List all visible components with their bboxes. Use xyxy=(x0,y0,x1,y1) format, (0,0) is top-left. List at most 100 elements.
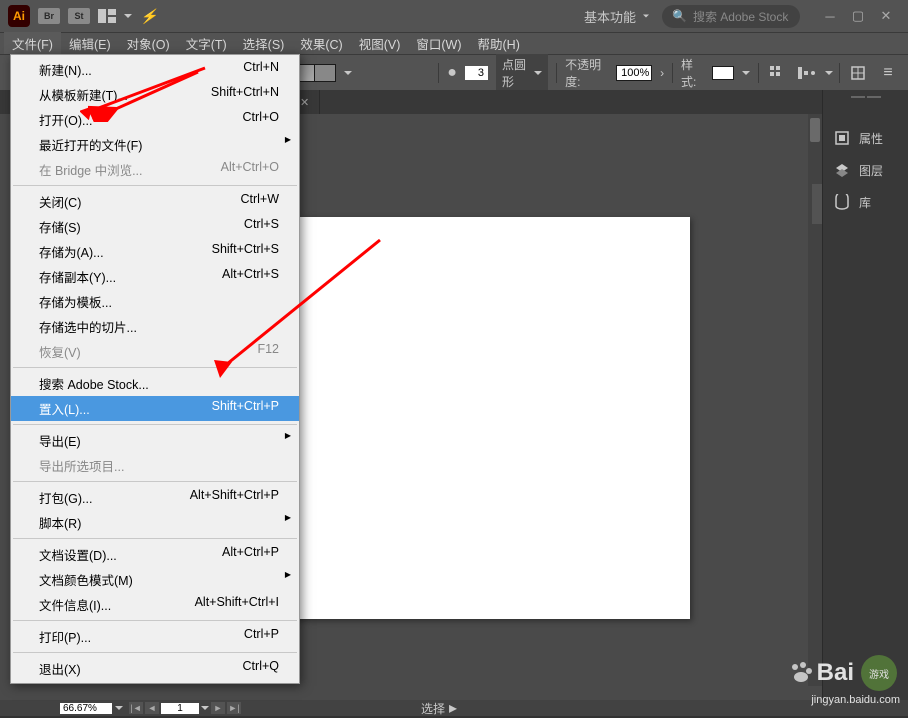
search-stock-field[interactable]: 🔍 搜索 Adobe Stock xyxy=(662,5,800,28)
menu-window[interactable]: 窗口(W) xyxy=(408,31,469,56)
watermark: Bai 游戏 jingyan.baidu.com xyxy=(789,652,900,706)
first-artboard-button[interactable]: |◄ xyxy=(129,702,143,714)
menu-item-row[interactable]: 存储为(A)...Shift+Ctrl+S xyxy=(11,239,299,264)
align-icon[interactable] xyxy=(765,61,789,85)
minimize-button[interactable]: ─ xyxy=(816,6,844,26)
menu-item-label: 文件信息(I)... xyxy=(39,595,111,614)
menu-item-row: 导出所选项目... xyxy=(11,453,299,478)
right-panel-strip: 属性 图层 库 xyxy=(822,90,908,700)
zoom-input[interactable]: 66.67% xyxy=(60,703,112,714)
artboard-nav: |◄ ◄ 1 ► ►| xyxy=(129,702,241,714)
menu-item-label: 文档颜色模式(M) xyxy=(39,570,133,589)
maximize-button[interactable]: ▢ xyxy=(844,6,872,26)
style-chev-icon[interactable] xyxy=(742,71,750,75)
menu-select[interactable]: 选择(S) xyxy=(235,31,293,56)
style-label: 样式: xyxy=(681,56,704,90)
title-icon-group: Br St ⚡ xyxy=(38,8,157,25)
menu-item-row[interactable]: 新建(N)...Ctrl+N xyxy=(11,57,299,82)
panel-properties[interactable]: 属性 xyxy=(823,122,908,154)
menu-file[interactable]: 文件(F) xyxy=(4,31,61,56)
menu-item-row[interactable]: 存储(S)Ctrl+S xyxy=(11,214,299,239)
gpu-icon[interactable]: ⚡ xyxy=(140,8,157,25)
bridge-icon[interactable]: Br xyxy=(38,8,60,24)
menu-item-shortcut: Alt+Shift+Ctrl+P xyxy=(190,488,279,507)
stroke-profile-dropdown[interactable]: 点圆形 xyxy=(496,54,548,92)
status-chev-icon[interactable]: ▸ xyxy=(449,698,457,718)
menu-item-shortcut: Ctrl+N xyxy=(243,60,279,79)
stock-icon[interactable]: St xyxy=(68,8,90,24)
transform-icon[interactable] xyxy=(846,61,870,85)
menu-item-row[interactable]: 关闭(C)Ctrl+W xyxy=(11,189,299,214)
menu-view[interactable]: 视图(V) xyxy=(351,31,409,56)
stroke-pt-input[interactable]: 3 xyxy=(465,66,488,80)
next-artboard-button[interactable]: ► xyxy=(211,702,225,714)
arrange-chevron-icon[interactable] xyxy=(124,14,132,18)
artboard-input[interactable]: 1 xyxy=(161,703,199,714)
menu-item-label: 脚本(R) xyxy=(39,513,81,532)
menu-item-row[interactable]: 打印(P)...Ctrl+P xyxy=(11,624,299,649)
scrollbar-thumb[interactable] xyxy=(810,118,820,142)
tab-close-icon[interactable]: ✕ xyxy=(300,96,309,109)
menu-item-row[interactable]: 打开(O)...Ctrl+O xyxy=(11,107,299,132)
menu-item-row[interactable]: 脚本(R) xyxy=(11,510,299,535)
close-button[interactable]: ✕ xyxy=(872,6,900,26)
watermark-url: jingyan.baidu.com xyxy=(789,694,900,706)
shape-mode-icon[interactable] xyxy=(795,61,819,85)
menu-item-label: 存储为模板... xyxy=(39,292,112,311)
menu-item-label: 置入(L)... xyxy=(39,399,90,418)
paw-icon xyxy=(789,661,813,685)
swatch-chev-icon[interactable] xyxy=(344,71,352,75)
menu-item-row[interactable]: 打包(G)...Alt+Shift+Ctrl+P xyxy=(11,485,299,510)
arrange-docs-icon[interactable] xyxy=(98,8,116,24)
menu-item-shortcut: Shift+Ctrl+N xyxy=(211,85,279,104)
workspace-switcher[interactable]: 基本功能 xyxy=(574,3,654,30)
menu-item-row[interactable]: 置入(L)...Shift+Ctrl+P xyxy=(11,396,299,421)
shape-chev-icon[interactable] xyxy=(825,71,833,75)
menu-item-row[interactable]: 存储选中的切片... xyxy=(11,314,299,339)
watermark-brand: Bai xyxy=(817,659,854,687)
menu-item-shortcut: Alt+Ctrl+P xyxy=(222,545,279,564)
zoom-chev-icon[interactable] xyxy=(115,706,123,710)
separator xyxy=(758,63,759,83)
panel-handle-icon[interactable] xyxy=(851,96,881,100)
status-center-text: 选择 xyxy=(421,700,445,717)
menu-item-row[interactable]: 文档颜色模式(M) xyxy=(11,567,299,592)
menu-effect[interactable]: 效果(C) xyxy=(292,31,350,56)
menu-item-row[interactable]: 文件信息(I)...Alt+Shift+Ctrl+I xyxy=(11,592,299,617)
menu-item-label: 关闭(C) xyxy=(39,192,81,211)
prev-artboard-button[interactable]: ◄ xyxy=(145,702,159,714)
menu-item-label: 存储为(A)... xyxy=(39,242,104,261)
menu-item-row[interactable]: 最近打开的文件(F) xyxy=(11,132,299,157)
menu-help[interactable]: 帮助(H) xyxy=(470,31,528,56)
menu-item-label: 打印(P)... xyxy=(39,627,91,646)
panel-layers[interactable]: 图层 xyxy=(823,154,908,186)
menu-type[interactable]: 文字(T) xyxy=(178,31,235,56)
panel-collapse-button[interactable] xyxy=(812,184,822,224)
panel-libraries[interactable]: 库 xyxy=(823,186,908,218)
menu-object[interactable]: 对象(O) xyxy=(119,31,178,56)
menu-item-row[interactable]: 文档设置(D)...Alt+Ctrl+P xyxy=(11,542,299,567)
menu-separator xyxy=(13,538,297,539)
artboard-chev-icon[interactable] xyxy=(201,706,209,710)
menu-item-row[interactable]: 搜索 Adobe Stock... xyxy=(11,371,299,396)
opacity-arrow-icon[interactable]: › xyxy=(660,66,664,80)
menu-separator xyxy=(13,652,297,653)
menu-item-row[interactable]: 导出(E) xyxy=(11,428,299,453)
status-bar: 66.67% |◄ ◄ 1 ► ►| 选择 ▸ xyxy=(0,700,908,716)
separator xyxy=(556,63,557,83)
last-artboard-button[interactable]: ►| xyxy=(227,702,241,714)
svg-text:游戏: 游戏 xyxy=(869,668,889,681)
menu-item-row[interactable]: 存储为模板... xyxy=(11,289,299,314)
opacity-input[interactable]: 100% xyxy=(616,65,652,81)
menu-edit[interactable]: 编辑(E) xyxy=(61,31,119,56)
menu-item-label: 存储选中的切片... xyxy=(39,317,137,336)
style-swatch[interactable] xyxy=(712,66,734,80)
options-menu-icon[interactable]: ≡ xyxy=(876,61,900,85)
separator xyxy=(839,63,840,83)
search-placeholder: 搜索 Adobe Stock xyxy=(693,8,788,25)
menu-item-row[interactable]: 退出(X)Ctrl+Q xyxy=(11,656,299,681)
menu-item-row[interactable]: 从模板新建(T)...Shift+Ctrl+N xyxy=(11,82,299,107)
artboard[interactable] xyxy=(272,217,690,619)
menu-item-label: 搜索 Adobe Stock... xyxy=(39,374,149,393)
menu-item-row[interactable]: 存储副本(Y)...Alt+Ctrl+S xyxy=(11,264,299,289)
